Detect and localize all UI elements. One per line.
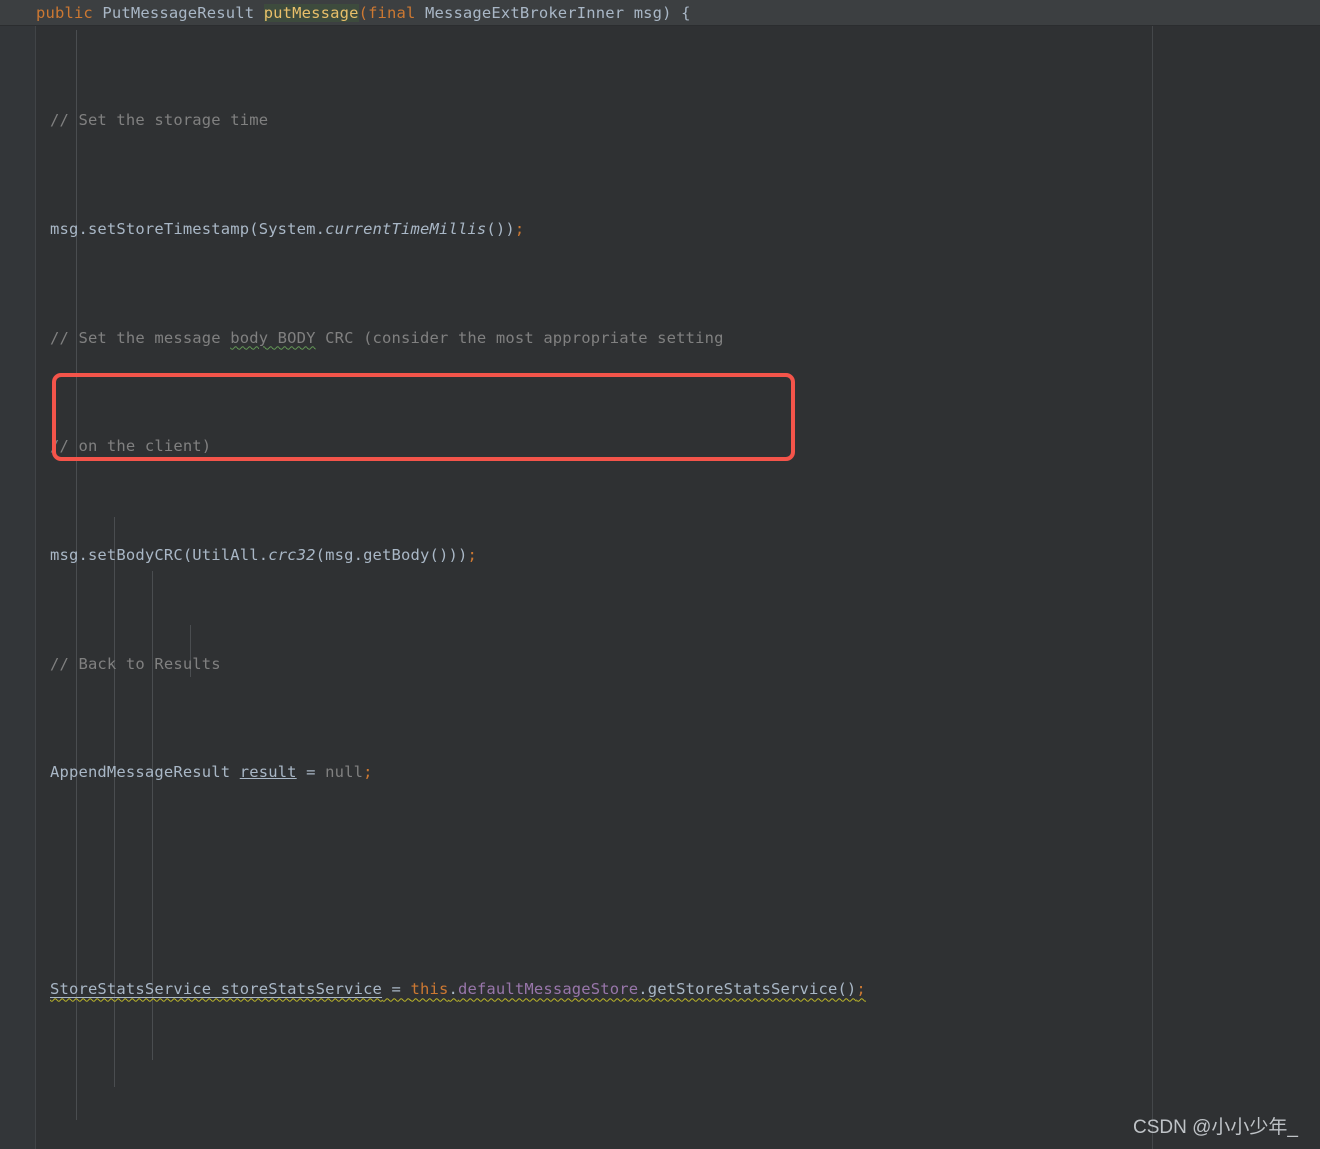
code-content[interactable]: // Set the storage time msg.setStoreTime…	[0, 26, 1320, 1149]
typo-highlight: body BODY	[230, 328, 316, 347]
line-comment: // Set the message	[50, 328, 231, 347]
code-token: msg.setStoreTimestamp(System.	[50, 220, 326, 239]
sticky-header-param: MessageExtBrokerInner msg) {	[415, 4, 691, 22]
code-token: msg.setBodyCRC(UtilAll.	[50, 545, 269, 564]
code-line[interactable]: msg.setBodyCRC(UtilAll.crc32(msg.getBody…	[0, 542, 1320, 569]
watermark-text: CSDN @小小少年_	[1133, 1117, 1298, 1138]
line-comment: // Set the storage time	[50, 111, 269, 130]
code-token: defaultMessageStore	[457, 980, 639, 999]
code-line[interactable]: StoreStatsService storeStatsService = th…	[0, 976, 1320, 1003]
code-token: =	[296, 763, 326, 782]
code-token: ;	[467, 545, 477, 564]
sticky-header-keyword: public	[36, 4, 93, 22]
code-token: .getStoreStatsService()	[638, 980, 857, 999]
sticky-header-method-name[interactable]: putMessage	[263, 4, 359, 22]
sticky-header-return-type: PutMessageResult	[92, 4, 264, 22]
line-comment: // Back to Results	[50, 654, 221, 673]
code-token: currentTimeMillis	[325, 220, 487, 239]
sticky-method-signature-header[interactable]: public PutMessageResult putMessage(final…	[0, 0, 1320, 26]
code-line[interactable]: msg.setStoreTimestamp(System.currentTime…	[0, 216, 1320, 243]
code-token: ;	[514, 220, 525, 239]
code-token: ;	[363, 763, 373, 782]
warning-highlight: StoreStatsService storeStatsService = th…	[50, 980, 866, 998]
code-line[interactable]: // on the client)	[0, 433, 1320, 460]
code-token: StoreStatsService storeStatsService	[50, 980, 383, 999]
sticky-header-param-modifier: final	[368, 4, 416, 22]
code-token: ;	[856, 980, 866, 999]
code-token: =	[382, 980, 411, 999]
code-token: ())	[486, 220, 515, 239]
line-comment: CRC (consider the most appropriate setti…	[315, 328, 724, 347]
code-token: crc32	[268, 545, 316, 564]
code-token: result	[239, 763, 297, 782]
line-comment: // on the client)	[50, 437, 212, 456]
code-editor-viewport[interactable]: public PutMessageResult putMessage(final…	[0, 0, 1320, 1149]
code-line[interactable]: // Set the message body BODY CRC (consid…	[0, 325, 1320, 352]
sticky-header-open-paren: (	[358, 4, 369, 22]
code-token: AppendMessageResult	[50, 763, 240, 782]
code-line[interactable]: // Back to Results	[0, 651, 1320, 678]
code-line[interactable]: AppendMessageResult result = null;	[0, 759, 1320, 786]
code-line[interactable]: // Set the storage time	[0, 107, 1320, 134]
code-token: (msg.getBody()))	[315, 545, 468, 564]
code-token: this	[410, 980, 449, 999]
code-token: .	[448, 980, 458, 999]
code-token: null	[325, 763, 364, 782]
